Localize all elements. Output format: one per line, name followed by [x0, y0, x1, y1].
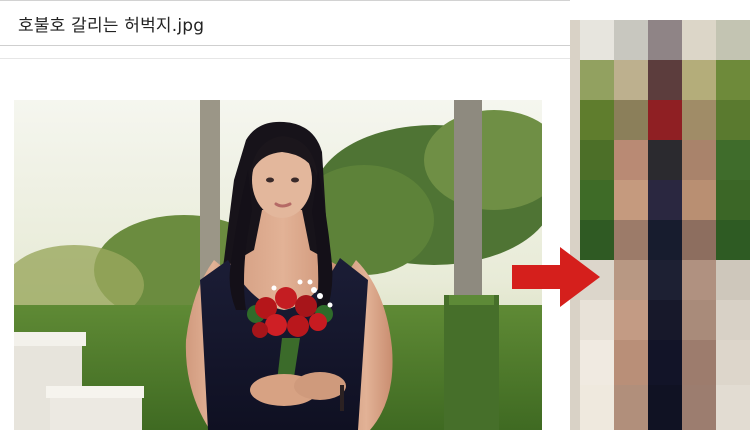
post-title-bar: 호불호 갈리는 허벅지.jpg — [0, 0, 570, 46]
photo-illustration — [14, 100, 542, 430]
post-panel: 호불호 갈리는 허벅지.jpg — [0, 0, 570, 430]
post-photo[interactable] — [14, 100, 542, 430]
pixelated-image — [570, 0, 750, 430]
arrow-right-icon — [512, 247, 600, 307]
title-divider — [0, 58, 570, 59]
censored-image-panel[interactable] — [570, 0, 750, 430]
post-title[interactable]: 호불호 갈리는 허벅지.jpg — [18, 11, 204, 36]
